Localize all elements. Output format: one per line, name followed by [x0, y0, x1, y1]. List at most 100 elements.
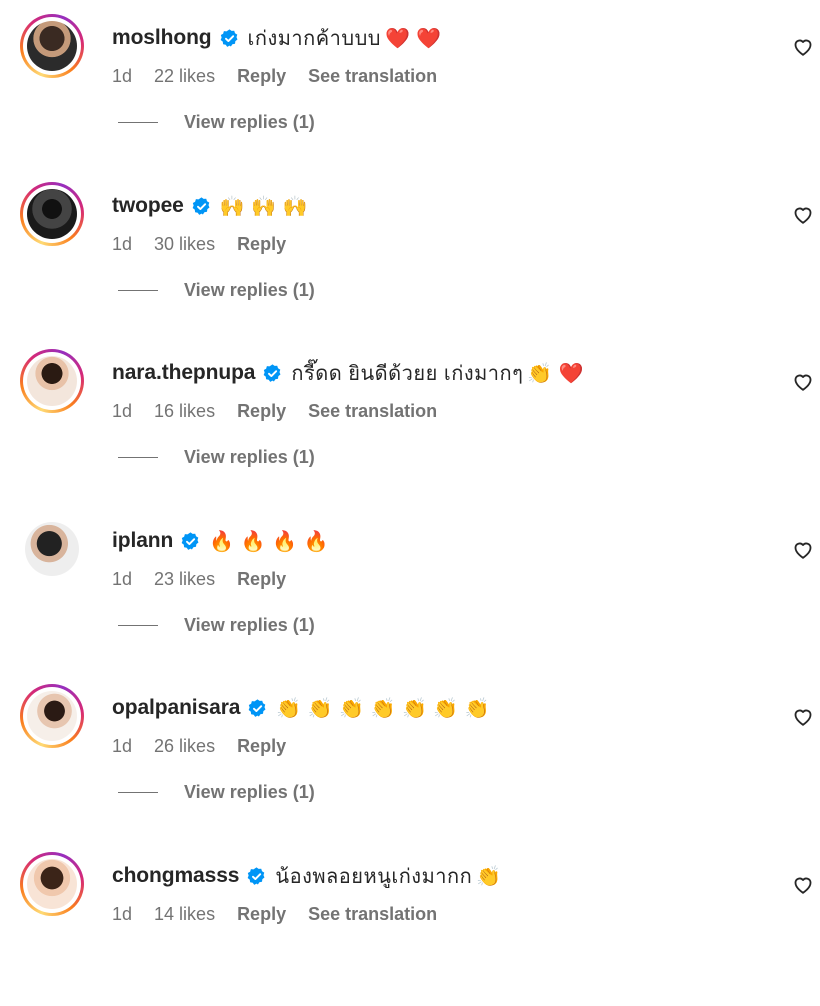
see-translation-button[interactable]: See translation: [308, 401, 437, 422]
like-comment-button[interactable]: [792, 371, 814, 393]
comment-timestamp: 1d: [112, 234, 133, 254]
comments-list: moslhong เก่งมากค้าบบบ ❤️ ❤️ 1d 22 likes Reply…: [0, 0, 820, 930]
verified-badge-icon: [264, 363, 281, 382]
like-comment-button[interactable]: [792, 706, 814, 728]
reply-button[interactable]: Reply: [237, 401, 286, 422]
heart-outline-icon: [794, 374, 812, 391]
avatar-image: [25, 522, 79, 576]
verified-badge-icon: [249, 698, 266, 717]
comment-text: 🔥 🔥 🔥 🔥: [209, 529, 335, 554]
comment-like-count[interactable]: 14 likes: [154, 904, 215, 925]
comment-emoji: ❤️: [416, 28, 442, 50]
avatar-image: [27, 189, 77, 239]
comment-emoji: 🔥: [209, 530, 235, 553]
avatar[interactable]: [20, 14, 84, 78]
comment-text-body: กรี๊ดด ยินดีด้วยย เก่งมากๆ: [291, 363, 524, 385]
heart-outline-icon: [794, 207, 812, 224]
comment-username[interactable]: moslhong: [112, 26, 212, 50]
comment-emoji: 👏: [464, 697, 491, 720]
avatar-image: [27, 859, 77, 909]
comment-timestamp: 1d: [112, 401, 133, 421]
avatar-image: [27, 691, 77, 741]
avatar[interactable]: [20, 517, 84, 581]
comment-text: เก่งมากค้าบบบ ❤️ ❤️: [248, 22, 448, 54]
see-translation-button[interactable]: See translation: [308, 904, 437, 925]
comment-like-count[interactable]: 16 likes: [154, 401, 215, 422]
comment-timestamp: 1d: [112, 904, 133, 924]
comment-emoji: 👏: [433, 697, 459, 720]
comment-emoji: 👏: [339, 697, 365, 720]
comment-username[interactable]: opalpanisara: [112, 696, 240, 720]
heart-outline-icon: [794, 709, 812, 726]
view-replies-button[interactable]: View replies (1): [118, 112, 315, 133]
verified-badge-icon: [248, 866, 265, 885]
comment-like-count[interactable]: 30 likes: [154, 234, 215, 255]
comment-like-count[interactable]: 26 likes: [154, 736, 215, 757]
comment-text: กรี๊ดด ยินดีด้วยย เก่งมากๆ 👏 ❤️: [291, 357, 590, 389]
comment-emoji: 👏: [276, 697, 302, 720]
avatar-image: [27, 21, 77, 71]
comment-like-count[interactable]: 23 likes: [154, 569, 215, 590]
see-translation-button[interactable]: See translation: [308, 66, 437, 87]
comment-item: nara.thepnupa กรี๊ดด ยินดีด้วยย เก่งมากๆ 👏…: [0, 335, 820, 503]
comment-text-body: เก่งมากค้าบบบ: [247, 28, 381, 50]
view-replies-button[interactable]: View replies (1): [118, 782, 315, 803]
comment-emoji: 👏: [476, 866, 502, 888]
reply-button[interactable]: Reply: [237, 66, 286, 87]
reply-button[interactable]: Reply: [237, 234, 286, 255]
comment-item: twopee 🙌 🙌 🙌 1d 30 likes Reply View replies (1): [0, 168, 820, 336]
view-replies-label: View replies (1): [184, 280, 315, 300]
heart-outline-icon: [794, 542, 812, 559]
comment-text-body: น้องพลอยหนูเก่งมากก: [275, 866, 473, 888]
divider: [118, 792, 158, 793]
verified-badge-icon: [220, 28, 237, 47]
reply-button[interactable]: Reply: [237, 736, 286, 757]
comment-emoji: 🙌: [251, 195, 277, 218]
comment-text: 🙌 🙌 🙌: [220, 194, 314, 219]
comment-timestamp: 1d: [112, 569, 133, 589]
heart-outline-icon: [794, 877, 812, 894]
comment-username[interactable]: twopee: [112, 194, 184, 218]
avatar[interactable]: [20, 852, 84, 916]
comment-emoji: 🔥: [272, 530, 298, 553]
comment-timestamp: 1d: [112, 66, 133, 86]
like-comment-button[interactable]: [792, 36, 814, 58]
comment-username[interactable]: iplann: [112, 529, 173, 553]
like-comment-button[interactable]: [792, 539, 814, 561]
like-comment-button[interactable]: [792, 204, 814, 226]
reply-button[interactable]: Reply: [237, 904, 286, 925]
comment-emoji: 👏: [527, 363, 553, 385]
view-replies-label: View replies (1): [184, 782, 315, 802]
comment-username[interactable]: chongmasss: [112, 864, 239, 888]
comment-emoji: ❤️: [384, 28, 411, 50]
comment-emoji: 🙌: [282, 195, 308, 218]
comment-emoji: 🙌: [219, 195, 246, 218]
comment-item: chongmasss น้องพลอยหนูเก่งมากก 👏 1d 14 likes…: [0, 838, 820, 1006]
comment-emoji: 👏: [307, 697, 334, 720]
like-comment-button[interactable]: [792, 874, 814, 896]
view-replies-button[interactable]: View replies (1): [118, 447, 315, 468]
view-replies-button[interactable]: View replies (1): [118, 280, 315, 301]
view-replies-label: View replies (1): [184, 112, 315, 132]
comment-emoji: 👏: [401, 697, 428, 720]
comment-username[interactable]: nara.thepnupa: [112, 361, 255, 385]
avatar[interactable]: [20, 182, 84, 246]
comment-timestamp: 1d: [112, 736, 133, 756]
comment-item: opalpanisara 👏 👏 👏 👏 👏 👏 👏 1d 26 likes Reply View r…: [0, 670, 820, 838]
comment-emoji: ❤️: [558, 363, 585, 385]
avatar[interactable]: [20, 684, 84, 748]
divider: [118, 457, 158, 458]
comment-like-count[interactable]: 22 likes: [154, 66, 215, 87]
avatar[interactable]: [20, 349, 84, 413]
comment-emoji: 🔥: [303, 530, 329, 553]
avatar-image: [27, 356, 77, 406]
comment-text: 👏 👏 👏 👏 👏 👏 👏: [276, 696, 496, 721]
divider: [118, 290, 158, 291]
verified-badge-icon: [192, 196, 210, 215]
view-replies-label: View replies (1): [184, 447, 315, 467]
comment-emoji: 👏: [370, 697, 396, 720]
comment-emoji: 🔥: [240, 530, 267, 553]
reply-button[interactable]: Reply: [237, 569, 286, 590]
comment-item: moslhong เก่งมากค้าบบบ ❤️ ❤️ 1d 22 likes Reply…: [0, 0, 820, 168]
view-replies-button[interactable]: View replies (1): [118, 615, 315, 636]
